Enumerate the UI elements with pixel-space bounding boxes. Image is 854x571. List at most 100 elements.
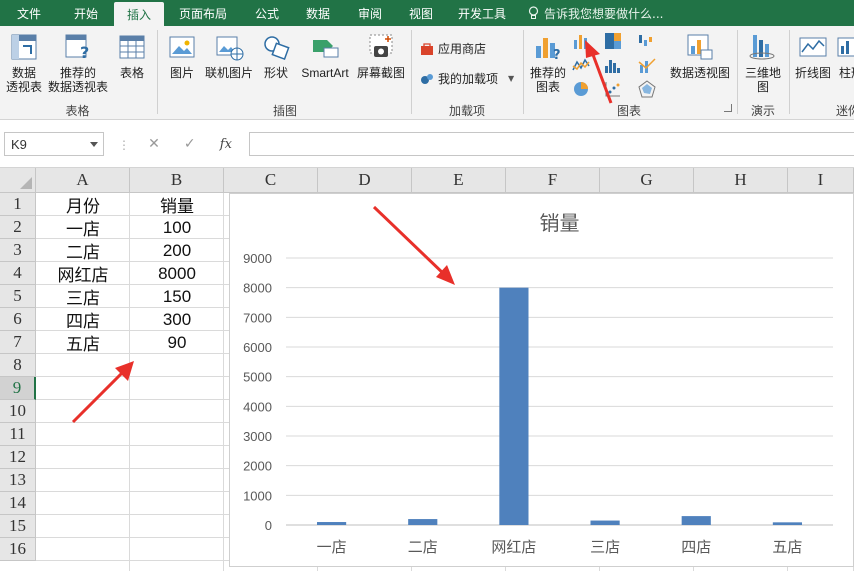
online-pictures-label: 联机图片 — [204, 66, 253, 80]
tab-insert[interactable]: 插入 — [114, 2, 164, 26]
cell-b6[interactable]: 300 — [130, 308, 224, 331]
scatter-chart-icon[interactable] — [604, 80, 622, 98]
row-header-13[interactable]: 13 — [0, 469, 36, 492]
row-header-4[interactable]: 4 — [0, 262, 36, 285]
my-addins-button[interactable]: 我的加载项 ▼ — [420, 70, 514, 87]
recommended-pivot-button[interactable]: ? 推荐的 数据透视表 — [47, 32, 109, 94]
row-header-6[interactable]: 6 — [0, 308, 36, 331]
smartart-button[interactable]: SmartArt — [297, 32, 353, 80]
bar-5 — [681, 516, 711, 525]
column-header-h[interactable]: H — [694, 168, 788, 193]
row-header-15[interactable]: 15 — [0, 515, 36, 538]
tab-review[interactable]: 审阅 — [344, 0, 396, 26]
row-header-12[interactable]: 12 — [0, 446, 36, 469]
waterfall-chart-icon[interactable] — [638, 32, 656, 50]
cell-b2[interactable]: 100 — [130, 216, 224, 239]
chart-title: 销量 — [540, 211, 580, 235]
cell-a5[interactable]: 三店 — [36, 285, 130, 308]
group-label-charts: 图表 — [616, 104, 641, 118]
column-chart[interactable]: 销量 0 1000 2000 3000 4000 5000 6000 7000 8000 9000 一… — [229, 193, 854, 567]
pictures-button[interactable]: 图片 — [164, 32, 200, 80]
cancel-icon[interactable]: ✕ — [148, 136, 160, 152]
sparkline-column-button[interactable]: 柱形 — [836, 32, 854, 80]
tab-formulas[interactable]: 公式 — [242, 0, 292, 26]
pivot-table-label: 数据 透视表 — [5, 66, 42, 94]
cell-b4[interactable]: 8000 — [130, 262, 224, 285]
cell-a2[interactable]: 一店 — [36, 216, 130, 239]
combo-chart-icon[interactable] — [638, 56, 656, 74]
cell-b1[interactable]: 销量 — [130, 193, 224, 216]
row-header-14[interactable]: 14 — [0, 492, 36, 515]
column-header-f[interactable]: F — [506, 168, 600, 193]
insert-function-icon[interactable]: fx — [220, 137, 232, 152]
row-header-5[interactable]: 5 — [0, 285, 36, 308]
cell-a1[interactable]: 月份 — [36, 193, 130, 216]
column-header-c[interactable]: C — [224, 168, 318, 193]
shapes-button[interactable]: 形状 — [258, 32, 294, 80]
formula-bar: K9 ⋮ ✕ ✓ fx — [0, 120, 854, 168]
column-chart-icon[interactable] — [572, 32, 590, 50]
row-header-7[interactable]: 7 — [0, 331, 36, 354]
group-separator — [789, 30, 790, 114]
ribbon-tab-bar: 文件 开始 插入 页面布局 公式 数据 审阅 视图 开发工具 告诉我您想要做什么… — [0, 0, 854, 26]
row-header-1[interactable]: 1 — [0, 193, 36, 216]
tab-developer[interactable]: 开发工具 — [446, 0, 518, 26]
pie-chart-icon[interactable] — [572, 80, 590, 98]
cell-a3[interactable]: 二店 — [36, 239, 130, 262]
sparkline-line-button[interactable]: 折线图 — [793, 32, 833, 80]
recommended-charts-button[interactable]: ? 推荐的 图表 — [528, 32, 568, 94]
row-header-3[interactable]: 3 — [0, 239, 36, 262]
cell-b3[interactable]: 200 — [130, 239, 224, 262]
row-header-11[interactable]: 11 — [0, 423, 36, 446]
cell-b5[interactable]: 150 — [130, 285, 224, 308]
bar-2 — [408, 519, 438, 525]
column-header-b[interactable]: B — [130, 168, 224, 193]
radar-chart-icon[interactable] — [638, 80, 656, 98]
name-box-dropdown-icon[interactable] — [90, 142, 98, 147]
store-button[interactable]: 应用商店 — [420, 40, 486, 57]
cell-a4[interactable]: 网红店 — [36, 262, 130, 285]
tab-data[interactable]: 数据 — [292, 0, 344, 26]
pivot-table-button[interactable]: 数据 透视表 — [4, 32, 44, 94]
tab-page-layout[interactable]: 页面布局 — [164, 0, 242, 26]
pivot-chart-button[interactable]: 数据透视图 — [668, 32, 732, 80]
statistic-chart-icon[interactable] — [604, 56, 622, 74]
column-header-e[interactable]: E — [412, 168, 506, 193]
x-tick-label: 二店 — [408, 538, 438, 556]
y-tick-label: 4000 — [243, 399, 272, 414]
online-pictures-button[interactable]: 联机图片 — [203, 32, 255, 80]
row-header-9[interactable]: 9 — [0, 377, 36, 400]
charts-dialog-launcher[interactable] — [724, 104, 732, 112]
formula-input[interactable] — [249, 132, 854, 156]
table-button[interactable]: 表格 — [114, 32, 150, 80]
tell-me-box[interactable]: 告诉我您想要做什么... — [528, 0, 663, 26]
column-header-d[interactable]: D — [318, 168, 412, 193]
column-header-g[interactable]: G — [600, 168, 694, 193]
tab-file[interactable]: 文件 — [0, 0, 58, 26]
row-header-2[interactable]: 2 — [0, 216, 36, 239]
shapes-label: 形状 — [263, 66, 288, 80]
row-header-16[interactable]: 16 — [0, 538, 36, 561]
3d-map-label: 三维地 图 — [744, 66, 781, 94]
cell-b7[interactable]: 90 — [130, 331, 224, 354]
name-box[interactable]: K9 — [4, 132, 104, 156]
column-header-i[interactable]: I — [788, 168, 854, 193]
select-all-corner[interactable] — [0, 168, 36, 193]
column-header-a[interactable]: A — [36, 168, 130, 193]
tab-view[interactable]: 视图 — [396, 0, 446, 26]
x-tick-label: 网红店 — [491, 538, 536, 556]
formula-buttons: ✕ ✓ fx — [136, 132, 244, 156]
screenshot-button[interactable]: 屏幕截图 — [354, 32, 408, 80]
chart-canvas: 销量 0 1000 2000 3000 4000 5000 6000 7000 8000 9000 一… — [243, 211, 833, 556]
group-label-tables: 表格 — [65, 104, 90, 118]
y-tick-label: 7000 — [243, 310, 272, 325]
enter-icon[interactable]: ✓ — [184, 136, 196, 152]
tab-home[interactable]: 开始 — [58, 0, 114, 26]
line-chart-icon[interactable] — [572, 56, 590, 74]
cell-a6[interactable]: 四店 — [36, 308, 130, 331]
row-header-8[interactable]: 8 — [0, 354, 36, 377]
hierarchy-chart-icon[interactable] — [604, 32, 622, 50]
3d-map-button[interactable]: 三维地 图 — [741, 32, 785, 94]
cell-a7[interactable]: 五店 — [36, 331, 130, 354]
row-header-10[interactable]: 10 — [0, 400, 36, 423]
